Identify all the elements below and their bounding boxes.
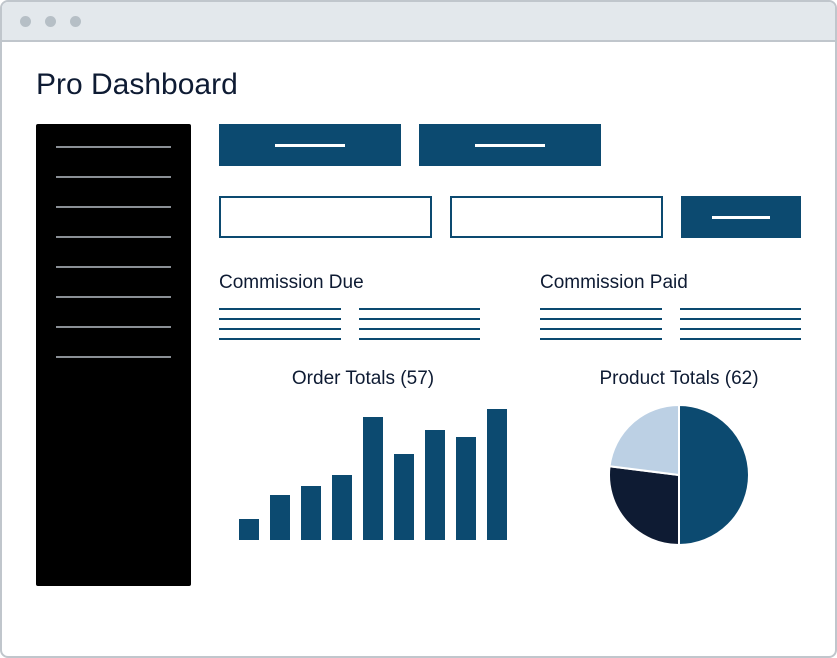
app-window: Pro Dashboard	[0, 0, 837, 658]
layout: Commission Due	[36, 124, 801, 586]
commission-due-title: Commission Due	[219, 272, 480, 294]
bar	[394, 454, 414, 540]
product-totals-chart: Product Totals (62)	[557, 368, 801, 550]
sidebar-item[interactable]	[56, 326, 171, 328]
commission-due-block: Commission Due	[219, 272, 480, 340]
bar	[239, 519, 259, 540]
text-lines	[359, 308, 481, 340]
commission-paid-title: Commission Paid	[540, 272, 801, 294]
sidebar-item[interactable]	[56, 236, 171, 238]
pie-chart	[557, 400, 801, 550]
commission-row: Commission Due	[219, 272, 801, 340]
commission-paid-block: Commission Paid	[540, 272, 801, 340]
text-lines	[680, 308, 802, 340]
pie-slice	[610, 405, 679, 475]
text-lines	[219, 308, 341, 340]
order-totals-chart: Order Totals (57)	[219, 368, 507, 550]
bar	[332, 475, 352, 540]
window-titlebar	[2, 2, 835, 42]
button-label-placeholder	[712, 216, 770, 219]
window-control-maximize[interactable]	[70, 16, 81, 27]
main-panel: Commission Due	[219, 124, 801, 586]
pie-slice	[609, 466, 679, 545]
sidebar-item[interactable]	[56, 266, 171, 268]
button-label-placeholder	[275, 144, 345, 147]
pie-slice	[679, 405, 749, 545]
sidebar	[36, 124, 191, 586]
bar	[456, 437, 476, 540]
bar-chart	[219, 400, 507, 540]
sidebar-item[interactable]	[56, 206, 171, 208]
bar	[425, 430, 445, 540]
page-title: Pro Dashboard	[36, 68, 801, 102]
sidebar-item[interactable]	[56, 296, 171, 298]
filter-submit-button[interactable]	[681, 196, 801, 238]
commission-paid-content	[540, 308, 801, 340]
bar	[270, 495, 290, 540]
window-control-close[interactable]	[20, 16, 31, 27]
sidebar-item[interactable]	[56, 176, 171, 178]
product-totals-title: Product Totals (62)	[557, 368, 801, 390]
bar	[363, 417, 383, 540]
commission-due-content	[219, 308, 480, 340]
toolbar	[219, 124, 801, 166]
sidebar-item[interactable]	[56, 146, 171, 148]
toolbar-button-2[interactable]	[419, 124, 601, 166]
filter-input-2[interactable]	[450, 196, 663, 238]
bar	[487, 409, 507, 540]
window-control-minimize[interactable]	[45, 16, 56, 27]
content-area: Pro Dashboard	[2, 42, 835, 586]
sidebar-item[interactable]	[56, 356, 171, 358]
filter-input-1[interactable]	[219, 196, 432, 238]
charts-row: Order Totals (57) Product Totals (62)	[219, 368, 801, 550]
text-lines	[540, 308, 662, 340]
bar	[301, 486, 321, 540]
order-totals-title: Order Totals (57)	[219, 368, 507, 390]
button-label-placeholder	[475, 144, 545, 147]
pie-chart-svg	[604, 400, 754, 550]
filter-row	[219, 196, 801, 238]
toolbar-button-1[interactable]	[219, 124, 401, 166]
